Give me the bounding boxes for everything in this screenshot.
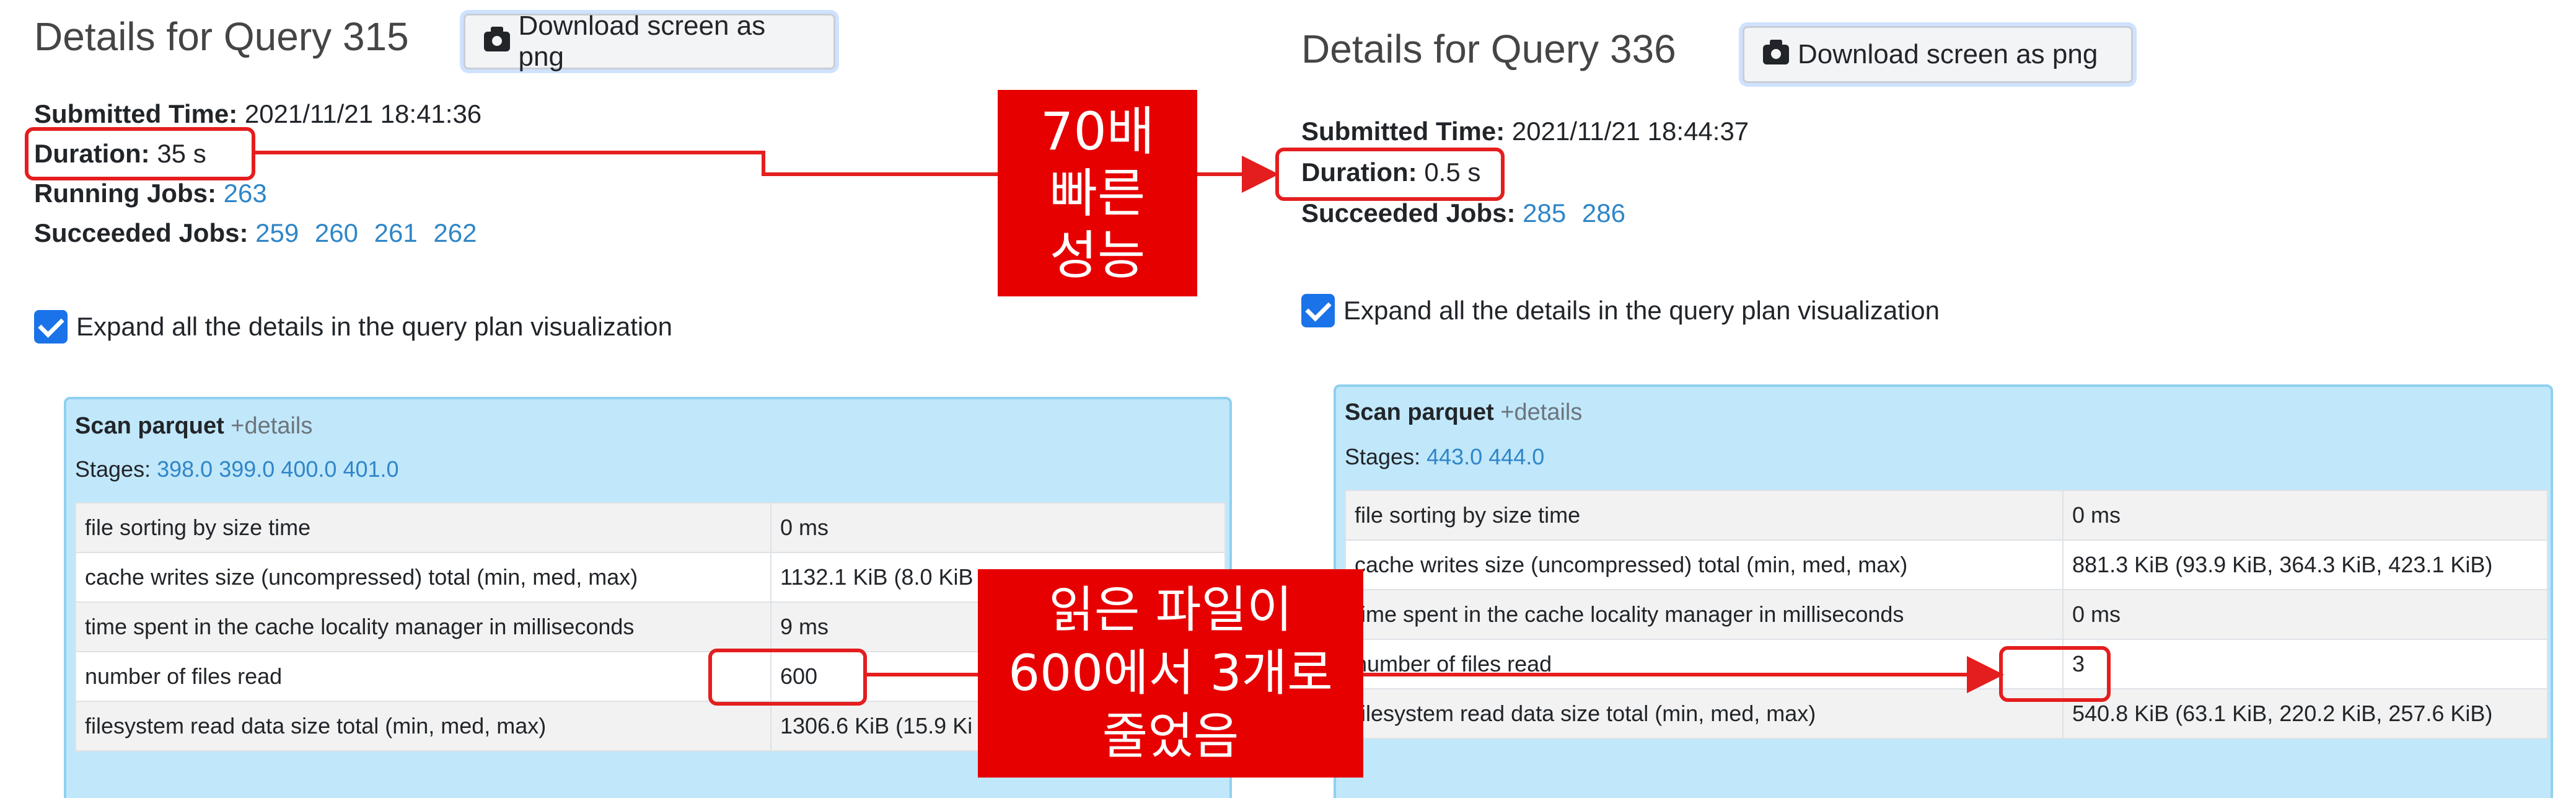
callout-line: 읽은 파일이 — [1048, 581, 1293, 639]
files-callout: 읽은 파일이 600에서 3개로 줄었음 — [978, 569, 1363, 778]
callout-line: 빠른 — [1049, 162, 1146, 224]
callout-line: 줄었음 — [1102, 707, 1239, 765]
callout-line: 70배 — [1040, 100, 1155, 162]
callout-line: 600에서 3개로 — [1008, 644, 1333, 702]
speed-callout: 70배 빠른 성능 — [998, 90, 1197, 296]
callout-line: 성능 — [1049, 224, 1146, 286]
